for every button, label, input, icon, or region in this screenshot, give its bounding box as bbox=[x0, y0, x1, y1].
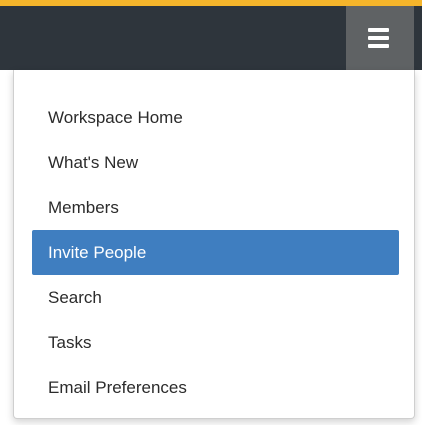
hamburger-menu-icon bbox=[368, 28, 389, 32]
hamburger-menu-icon-bar bbox=[368, 44, 389, 48]
dropdown-menu: Workspace Home What's New Members Invite… bbox=[13, 70, 415, 419]
menu-item-email-preferences[interactable]: Email Preferences bbox=[32, 365, 399, 410]
menu-toggle-button[interactable] bbox=[346, 6, 414, 70]
menu-item-invite-people[interactable]: Invite People bbox=[32, 230, 399, 275]
menu-item-members[interactable]: Members bbox=[32, 185, 399, 230]
menu-item-tasks[interactable]: Tasks bbox=[32, 320, 399, 365]
menu-item-whats-new[interactable]: What's New bbox=[32, 140, 399, 185]
hamburger-menu-icon-bar bbox=[368, 36, 389, 40]
menu-list: Workspace Home What's New Members Invite… bbox=[14, 70, 414, 410]
menu-item-workspace-home[interactable]: Workspace Home bbox=[32, 95, 399, 140]
menu-item-search[interactable]: Search bbox=[32, 275, 399, 320]
